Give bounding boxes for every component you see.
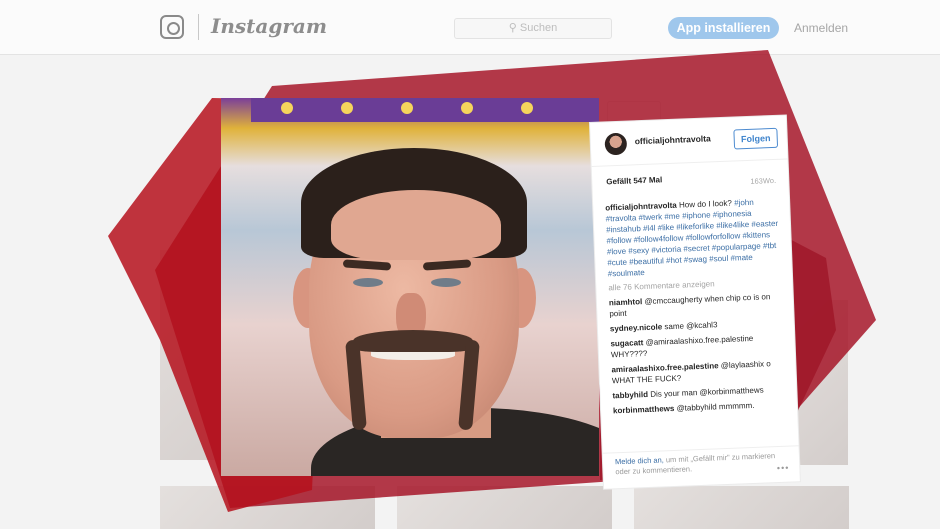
follow-button[interactable]: Folgen <box>733 127 779 150</box>
light-bulb <box>401 102 413 114</box>
caption: officialjohntravolta How do I look? #joh… <box>605 196 784 280</box>
post-footer: Melde dich an, um mit „Gefällt mir" zu m… <box>602 445 800 489</box>
comment-username[interactable]: sugacatt <box>610 338 643 348</box>
comment-text: same @kcahl3 <box>664 320 718 332</box>
comment-username[interactable]: sydney.nicole <box>610 322 663 333</box>
search-icon: ⚲ <box>508 22 517 34</box>
forehead <box>331 190 501 260</box>
logo-divider <box>198 14 199 40</box>
post-header: officialjohntravolta Folgen <box>590 115 788 167</box>
mustache <box>353 330 473 352</box>
light-bulb <box>461 102 473 114</box>
background-thumbnail <box>160 486 375 529</box>
post-detail-panel: officialjohntravolta Folgen Gefällt 547 … <box>590 115 800 489</box>
search-placeholder: Suchen <box>519 22 558 34</box>
light-bulb <box>521 102 533 114</box>
search-input[interactable]: ⚲ Suchen <box>454 18 612 39</box>
caption-text: How do I look? <box>678 198 733 210</box>
eye <box>353 278 383 287</box>
comment-username[interactable]: tabbyhild <box>612 390 648 400</box>
post-caption-and-comments: officialjohntravolta How do I look? #joh… <box>605 196 789 417</box>
caption-username[interactable]: officialjohntravolta <box>605 201 677 213</box>
comment-text: Dis your man @korbinmatthews <box>650 385 764 399</box>
marquee-sign <box>251 98 599 122</box>
background-thumbnail <box>634 486 849 529</box>
comment: niamhtol @cmccaugherty when chip co is o… <box>609 291 786 320</box>
install-app-button[interactable]: App installieren <box>668 17 779 39</box>
comment: amiraalashixo.free.palestine @laylaashix… <box>611 358 788 387</box>
eye <box>431 278 461 287</box>
post-username[interactable]: officialjohntravolta <box>635 133 711 146</box>
more-options-icon[interactable]: ••• <box>777 463 790 473</box>
instagram-camera-icon[interactable] <box>160 15 184 39</box>
comment: korbinmatthews @tabbyhild mmmmm. <box>613 399 789 417</box>
comment: sugacatt @amiraalashixo.free.palestine W… <box>610 332 787 361</box>
light-bulb <box>281 102 293 114</box>
light-bulb <box>341 102 353 114</box>
top-navigation-bar: Instagram ⚲ Suchen App installieren Anme… <box>0 0 940 55</box>
comment-text: @tabbyhild mmmmm. <box>676 400 755 413</box>
login-link[interactable]: Anmelden <box>794 21 848 35</box>
background-thumbnail <box>397 486 612 529</box>
post-photo[interactable] <box>221 98 599 476</box>
comment-username[interactable]: korbinmatthews <box>613 404 675 415</box>
comment-username[interactable]: amiraalashixo.free.palestine <box>611 361 718 374</box>
footer-login-link[interactable]: Melde dich an, <box>615 455 664 466</box>
instagram-wordmark[interactable]: Instagram <box>211 14 327 38</box>
comment-username[interactable]: niamhtol <box>609 297 643 307</box>
post-age: 163Wo. <box>750 175 777 186</box>
like-count[interactable]: Gefällt 547 Mal <box>606 175 662 186</box>
avatar[interactable] <box>604 132 628 156</box>
